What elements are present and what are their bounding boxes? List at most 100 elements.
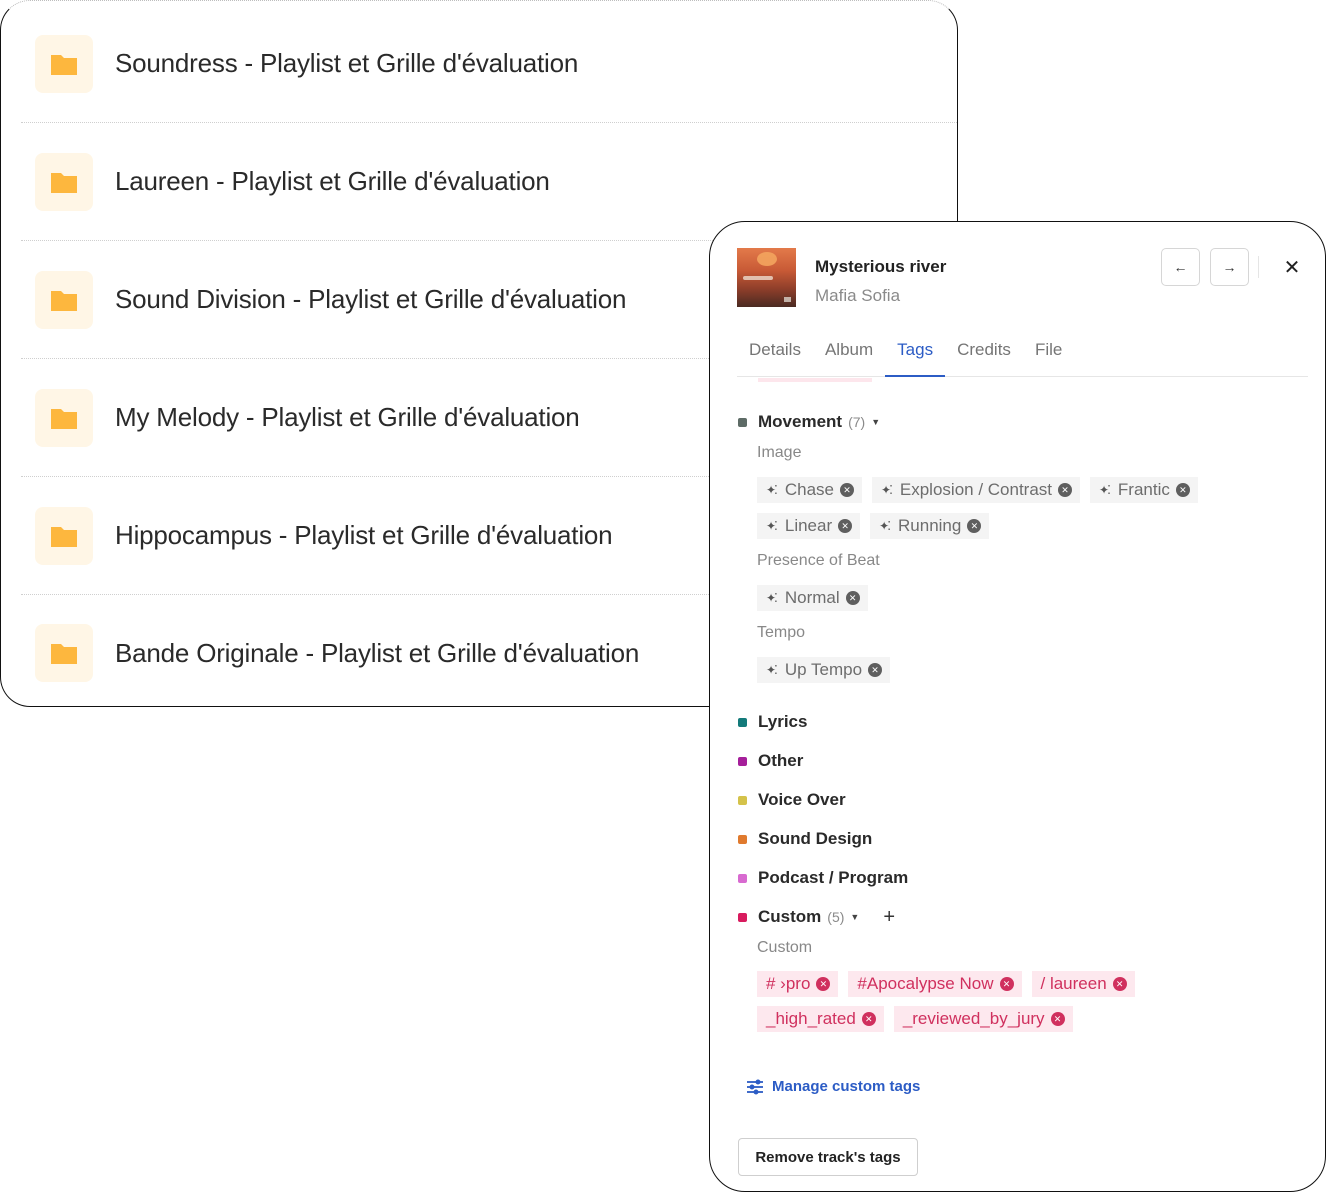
arrow-right-icon: → bbox=[1222, 259, 1237, 275]
sliders-icon bbox=[747, 1078, 763, 1094]
sparkle-icon: ✦⁚ bbox=[879, 519, 891, 533]
tag-row: # ›pro ✕ #Apocalypse Now ✕ / laureen ✕ bbox=[757, 971, 1135, 997]
sparkle-icon: ✦⁚ bbox=[766, 519, 778, 533]
manage-custom-tags-label: Manage custom tags bbox=[772, 1078, 921, 1095]
close-icon: ✕ bbox=[1283, 256, 1301, 279]
remove-tag-icon[interactable]: ✕ bbox=[816, 977, 831, 991]
category-sound-design[interactable]: Sound Design bbox=[738, 829, 872, 849]
custom-tag-chip[interactable]: # ›pro ✕ bbox=[757, 971, 839, 997]
track-title: Mysterious river bbox=[815, 257, 947, 276]
remove-tag-icon[interactable]: ✕ bbox=[967, 519, 982, 533]
tab-file[interactable]: File bbox=[1023, 330, 1074, 376]
folder-icon bbox=[35, 152, 93, 211]
tag-chip[interactable]: ✦⁚ Normal ✕ bbox=[757, 585, 868, 611]
custom-tag-chip[interactable]: #Apocalypse Now ✕ bbox=[848, 971, 1022, 997]
tag-chip[interactable]: ✦⁚ Frantic ✕ bbox=[1090, 477, 1198, 503]
tag-group-heading: Tempo bbox=[757, 624, 806, 641]
category-label: Voice Over bbox=[758, 790, 846, 809]
category-movement[interactable]: Movement (7) ▼ bbox=[738, 412, 880, 432]
folder-name: Laureen - Playlist et Grille d'évaluatio… bbox=[115, 166, 550, 196]
sparkle-icon: ✦⁚ bbox=[881, 483, 893, 497]
remove-tag-icon[interactable]: ✕ bbox=[1058, 483, 1073, 497]
tab-details[interactable]: Details bbox=[737, 330, 813, 376]
category-label: Lyrics bbox=[758, 712, 808, 731]
custom-tag-chip[interactable]: _high_rated ✕ bbox=[757, 1006, 884, 1032]
remove-tag-icon[interactable]: ✕ bbox=[1175, 483, 1190, 497]
category-color-swatch bbox=[738, 912, 747, 922]
tab-bar: Details Album Tags Credits File bbox=[737, 330, 1308, 377]
remove-tag-icon[interactable]: ✕ bbox=[845, 591, 860, 605]
category-color-swatch bbox=[738, 717, 747, 727]
album-cover bbox=[737, 248, 796, 307]
category-label: Custom bbox=[758, 907, 822, 926]
remove-tag-icon[interactable]: ✕ bbox=[999, 977, 1014, 991]
tag-chip[interactable]: ✦⁚ Linear ✕ bbox=[757, 513, 861, 539]
manage-custom-tags-link[interactable]: Manage custom tags bbox=[746, 1078, 920, 1095]
tab-credits[interactable]: Credits bbox=[945, 330, 1023, 376]
tag-chip[interactable]: ✦⁚ Running ✕ bbox=[870, 513, 990, 539]
category-podcast-program[interactable]: Podcast / Program bbox=[738, 868, 908, 888]
category-label: Sound Design bbox=[758, 829, 873, 848]
folder-name: Soundress - Playlist et Grille d'évaluat… bbox=[115, 48, 579, 78]
remove-track-tags-button[interactable]: Remove track's tags bbox=[738, 1138, 918, 1176]
track-details-panel: Mysterious river Mafia Sofia ← → ✕ Detai… bbox=[709, 221, 1326, 1192]
track-header: Mysterious river Mafia Sofia ← → ✕ bbox=[737, 248, 1305, 308]
custom-tag-partially-hidden bbox=[758, 378, 872, 382]
category-color-swatch bbox=[738, 873, 747, 883]
next-track-button[interactable]: → bbox=[1210, 248, 1249, 286]
category-color-swatch bbox=[738, 756, 747, 766]
remove-tag-icon[interactable]: ✕ bbox=[1112, 977, 1127, 991]
folder-icon bbox=[35, 388, 93, 447]
folder-name: Hippocampus - Playlist et Grille d'évalu… bbox=[115, 520, 613, 550]
category-count: (7) bbox=[848, 414, 866, 430]
remove-tag-icon[interactable]: ✕ bbox=[861, 1012, 876, 1026]
tag-group-heading: Custom bbox=[757, 939, 813, 956]
tag-chip[interactable]: ✦⁚ Up Tempo ✕ bbox=[757, 657, 891, 683]
folder-name: Bande Originale - Playlist et Grille d'é… bbox=[115, 637, 640, 668]
tag-row: ✦⁚ Up Tempo ✕ bbox=[757, 657, 891, 683]
category-other[interactable]: Other bbox=[738, 751, 803, 771]
category-color-swatch bbox=[738, 834, 747, 844]
close-button[interactable]: ✕ bbox=[1275, 250, 1309, 284]
folder-row[interactable]: Soundress - Playlist et Grille d'évaluat… bbox=[21, 5, 957, 123]
tab-album[interactable]: Album bbox=[813, 330, 885, 376]
tag-row: ✦⁚ Linear ✕ ✦⁚ Running ✕ bbox=[757, 513, 990, 539]
caret-down-icon: ▼ bbox=[850, 912, 860, 922]
tag-row: ✦⁚ Normal ✕ bbox=[757, 585, 868, 611]
track-artist[interactable]: Mafia Sofia bbox=[815, 286, 900, 306]
category-lyrics[interactable]: Lyrics bbox=[738, 712, 807, 732]
previous-track-button[interactable]: ← bbox=[1161, 248, 1200, 286]
folder-name: My Melody - Playlist et Grille d'évaluat… bbox=[115, 402, 580, 432]
folder-name: Sound Division - Playlist et Grille d'év… bbox=[115, 284, 627, 314]
tag-row: _high_rated ✕ _reviewed_by_jury ✕ bbox=[757, 1006, 1073, 1032]
tag-chip[interactable]: ✦⁚ Explosion / Contrast ✕ bbox=[872, 477, 1081, 503]
caret-down-icon: ▼ bbox=[871, 417, 881, 427]
tag-chip[interactable]: ✦⁚ Chase ✕ bbox=[757, 477, 863, 503]
category-voice-over[interactable]: Voice Over bbox=[738, 790, 846, 810]
tags-scroll-area[interactable]: Movement (7) ▼ Image ✦⁚ Chase ✕ ✦⁚ Explosio… bbox=[710, 378, 1325, 1191]
custom-tag-chip[interactable]: / laureen ✕ bbox=[1031, 971, 1135, 997]
remove-tag-icon[interactable]: ✕ bbox=[840, 483, 855, 497]
category-label: Podcast / Program bbox=[758, 868, 909, 887]
add-custom-tag-icon[interactable]: + bbox=[883, 907, 895, 927]
folder-icon bbox=[35, 34, 93, 93]
sparkle-icon: ✦⁚ bbox=[766, 591, 778, 605]
tab-tags[interactable]: Tags bbox=[885, 330, 946, 377]
folder-icon bbox=[35, 506, 93, 565]
category-label: Movement bbox=[758, 412, 843, 431]
sparkle-icon: ✦⁚ bbox=[766, 483, 778, 497]
remove-tag-icon[interactable]: ✕ bbox=[838, 519, 853, 533]
custom-tag-chip[interactable]: _reviewed_by_jury ✕ bbox=[893, 1006, 1073, 1032]
folder-icon bbox=[35, 624, 93, 682]
remove-tag-icon[interactable]: ✕ bbox=[868, 663, 883, 677]
category-color-swatch bbox=[738, 417, 747, 427]
divider bbox=[1258, 256, 1259, 278]
remove-tag-icon[interactable]: ✕ bbox=[1050, 1012, 1065, 1026]
category-custom[interactable]: Custom (5) ▼ + bbox=[738, 907, 895, 927]
tag-group-heading: Image bbox=[757, 444, 802, 461]
category-label: Other bbox=[758, 751, 804, 770]
sparkle-icon: ✦⁚ bbox=[1099, 483, 1111, 497]
arrow-left-icon: ← bbox=[1173, 259, 1188, 275]
category-count: (5) bbox=[827, 909, 845, 925]
tag-row: ✦⁚ Chase ✕ ✦⁚ Explosion / Contrast ✕ ✦⁚ Frant… bbox=[757, 477, 1198, 503]
